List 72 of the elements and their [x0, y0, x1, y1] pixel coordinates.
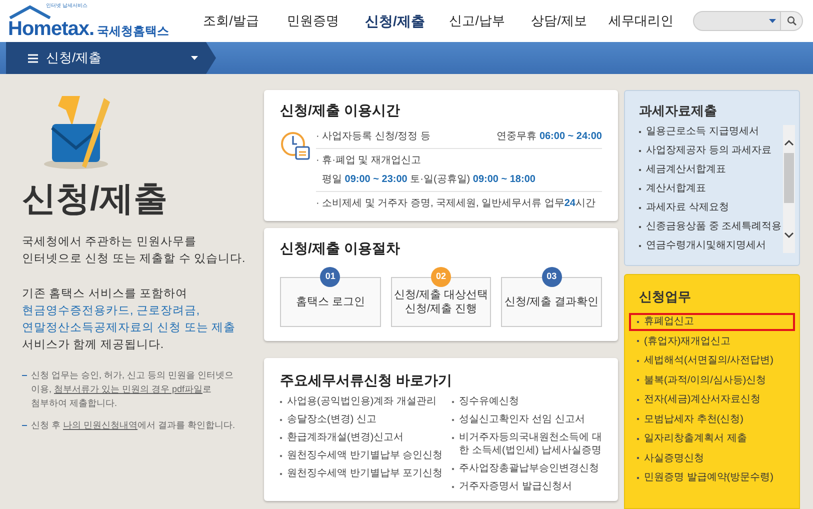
- shortcut-link[interactable]: 주사업장총괄납부승인변경신청: [459, 462, 600, 475]
- application-item[interactable]: 모범납세자 추천(신청): [629, 410, 795, 428]
- nav-menu-item[interactable]: 신고/납부: [436, 10, 518, 32]
- logo-wordmark[interactable]: Hometax.: [8, 19, 94, 39]
- application-label: 불복(과적/이의/심사등)신청: [644, 374, 766, 388]
- application-label: 사실증명신청: [644, 452, 704, 466]
- link[interactable]: 나의 민원신청내역: [63, 420, 138, 430]
- application-item[interactable]: 세법해석(서면질의/사전답변): [629, 352, 795, 370]
- tax-data-link[interactable]: 계산서합계표: [646, 182, 706, 196]
- panel-title: 과세자료제출: [639, 102, 718, 120]
- schedule-label: · 휴·폐업 및 재개업신고: [316, 154, 421, 168]
- tax-data-link[interactable]: 사업장제공자 등의 과세자료: [646, 144, 772, 158]
- step-number-badge: 02: [431, 267, 451, 287]
- shortcut-link[interactable]: 비거주자등의국내원천소득에 대 한 소득세(법인세) 납세사실증명: [459, 431, 602, 457]
- panel-title: 신청업무: [638, 288, 692, 306]
- card-title: 주요세무서류신청 바로가기: [280, 371, 453, 390]
- shortcut-link[interactable]: 성실신고확인자 선임 신고서: [459, 413, 585, 426]
- nav-menu-item[interactable]: 민원증명: [272, 10, 354, 32]
- schedule-label: · 사업자등록 신청/정정 등: [316, 130, 430, 144]
- shortcut-link[interactable]: 거주자증명서 발급신청서: [459, 480, 572, 493]
- application-label: 민원증명 발급예약(방문수령): [644, 471, 774, 486]
- link[interactable]: 첨부서류가 있는 민원의 경우 pdf파일: [54, 384, 203, 394]
- nav-menu-item[interactable]: 상담/제보: [518, 10, 600, 32]
- page-title: 신청/제출: [22, 182, 168, 216]
- shortcut-link[interactable]: 사업용(공익법인용)계좌 개설관리: [287, 395, 436, 408]
- note-text: 신청 업무는 승인, 허가, 신고 등의 민원을 인터넷으 이용, 첨부서류가 있는 민원의 경우 pdf파일로 첨부하여 제출합니다.: [31, 369, 234, 410]
- search-field[interactable]: [693, 11, 781, 31]
- schedule-hours: 평일 09:00 ~ 23:00 토·일(공휴일) 09:00 ~ 18:00: [321, 173, 536, 187]
- intro-text: 기존 홈택스 서비스를 포함하여 현금영수증전용카드, 근로장려금, 연말정산소득공제자료의 신청 또는 제출 서비스가 함께 제공됩니다.: [22, 287, 237, 353]
- application-label: 모범납세자 추천(신청): [644, 412, 744, 427]
- card-title: 신청/제출 이용시간: [280, 101, 401, 120]
- step-number-badge: 03: [542, 267, 562, 287]
- shortcut-link[interactable]: 환급계좌개설(변경)신고서: [287, 431, 404, 444]
- intro-text: 국세청에서 주관하는 민원사무를 인터넷으로 신청 또는 제출할 수 있습니다.: [22, 235, 246, 267]
- shortcut-link[interactable]: 송달장소(변경) 신고: [287, 413, 376, 426]
- caret-icon: [769, 19, 776, 23]
- shortcut-link[interactable]: 원천징수세액 반기별납부 승인신청: [287, 449, 443, 462]
- application-item[interactable]: 사실증명신청: [629, 449, 795, 468]
- tax-data-link[interactable]: 일용근로소득 지급명세서: [646, 124, 759, 138]
- tax-data-link[interactable]: 과세자료 삭제요청: [646, 200, 729, 214]
- scrollbar-icon[interactable]: [783, 124, 795, 252]
- application-label: 전자(세금)계산서자료신청: [644, 393, 761, 408]
- tax-data-link[interactable]: 세금계산서합계표: [646, 162, 726, 176]
- application-item[interactable]: 일자리창출계획서 제출: [629, 430, 795, 448]
- shortcut-link[interactable]: 징수유예신청: [459, 395, 520, 408]
- breadcrumb-arrow-icon: [206, 42, 216, 74]
- application-item[interactable]: 전자(세금)계산서자료신청: [629, 390, 795, 409]
- step-number-badge: 01: [320, 267, 340, 287]
- search-button[interactable]: [781, 11, 803, 31]
- nav-menu-item[interactable]: 세무대리인: [600, 10, 682, 32]
- card-title: 신청/제출 이용절차: [280, 239, 401, 258]
- caret-icon: [191, 56, 198, 60]
- logo-text: 국세청홈택스: [97, 25, 170, 37]
- schedule-label: · 소비제세 및 거주자 증명, 국제세원, 일반세무서류 업무24시간: [316, 197, 596, 211]
- clock-calendar-icon: [280, 131, 310, 161]
- tax-data-link[interactable]: 신종금융상품 중 조세특례적용: [646, 220, 782, 234]
- application-label: 세법해석(서면질의/사전답변): [644, 354, 774, 368]
- nav-menu-item[interactable]: 신청/제출: [354, 10, 436, 32]
- application-item[interactable]: 휴폐업신고: [629, 312, 795, 331]
- application-label: 일자리창출계획서 제출: [644, 432, 747, 446]
- application-item[interactable]: (휴업자)재개업신고: [629, 332, 795, 350]
- application-item[interactable]: 민원증명 발급예약(방문수령): [629, 468, 795, 487]
- note-text: 신청 후 나의 민원신청내역에서 결과를 확인합니다.: [31, 419, 236, 432]
- tax-data-link[interactable]: 연금수령개시및해지명세서: [646, 238, 766, 252]
- menu-icon: [28, 54, 38, 62]
- application-item[interactable]: 불복(과적/이의/심사등)신청: [629, 371, 795, 390]
- application-label: 휴폐업신고: [644, 315, 694, 330]
- schedule-hours: 연중무휴 06:00 ~ 24:00: [496, 130, 602, 144]
- search-icon: [786, 16, 796, 26]
- application-label: (휴업자)재개업신고: [644, 334, 731, 349]
- nav-menu-item[interactable]: 조회/발급: [190, 10, 272, 32]
- shortcut-link[interactable]: 원천징수세액 반기별납부 포기신청: [287, 467, 443, 480]
